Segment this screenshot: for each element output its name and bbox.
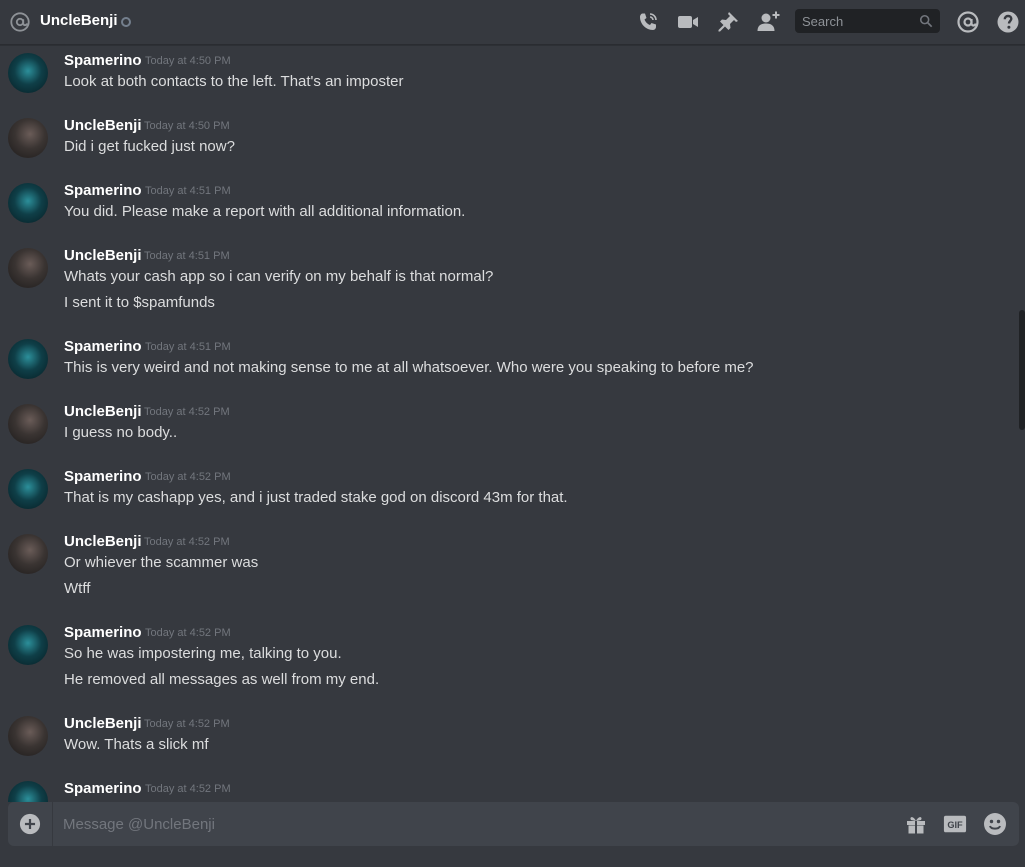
message-timestamp: Today at 4:52 PM <box>145 627 231 639</box>
message-text: Wow. Thats a slick mf <box>64 736 209 753</box>
message-timestamp: Today at 4:52 PM <box>144 536 230 548</box>
message-timestamp: Today at 4:51 PM <box>145 341 231 353</box>
avatar[interactable] <box>8 248 48 288</box>
search-box[interactable] <box>795 9 940 33</box>
message-author[interactable]: Spamerino <box>64 338 142 355</box>
gift-icon[interactable] <box>904 812 928 836</box>
message-text: I guess no body.. <box>64 424 178 441</box>
channel-name[interactable]: UncleBenji <box>40 12 118 29</box>
avatar[interactable] <box>8 625 48 665</box>
message-author[interactable]: UncleBenji <box>64 715 142 732</box>
message-timestamp: Today at 4:51 PM <box>144 250 230 262</box>
avatar[interactable] <box>8 469 48 509</box>
phone-call-icon[interactable] <box>636 10 660 34</box>
message-text: You did. Please make a report with all a… <box>64 203 466 220</box>
message-author[interactable]: Spamerino <box>64 468 142 485</box>
message-text: He removed all messages as well from my … <box>64 671 380 688</box>
message-text: Look at both contacts to the left. That'… <box>64 73 404 90</box>
message-timestamp: Today at 4:50 PM <box>145 55 231 67</box>
message-author[interactable]: Spamerino <box>64 52 142 69</box>
message-author[interactable]: UncleBenji <box>64 247 142 264</box>
message-text: That is my cashapp yes, and i just trade… <box>64 489 568 506</box>
message-composer: GIF <box>8 802 1019 846</box>
avatar[interactable] <box>8 404 48 444</box>
message-timestamp: Today at 4:51 PM <box>145 185 231 197</box>
message-timestamp: Today at 4:52 PM <box>144 406 230 418</box>
help-icon[interactable] <box>996 10 1020 34</box>
message-list[interactable]: Spamerino Today at 4:50 PM Look at both … <box>0 46 1025 802</box>
mentions-icon[interactable] <box>956 10 980 34</box>
scrollbar-thumb[interactable] <box>1019 310 1025 430</box>
message-author[interactable]: UncleBenji <box>64 403 142 420</box>
message-timestamp: Today at 4:52 PM <box>144 718 230 730</box>
avatar[interactable] <box>8 183 48 223</box>
avatar[interactable] <box>8 534 48 574</box>
channel-header: UncleBenji <box>0 0 1025 45</box>
dm-window: UncleBenji Search Spamerino Today at 4:5… <box>0 0 1025 867</box>
message-text: This is very weird and not making sense … <box>64 359 754 376</box>
gif-icon[interactable]: GIF <box>943 812 967 836</box>
emoji-icon[interactable] <box>983 812 1007 836</box>
message-author[interactable]: Spamerino <box>64 624 142 641</box>
message-author[interactable]: UncleBenji <box>64 533 142 550</box>
at-icon <box>10 12 30 32</box>
message-input[interactable] <box>63 802 883 846</box>
offline-status-icon <box>121 17 131 27</box>
composer-divider <box>52 802 53 846</box>
message-text: So he was impostering me, talking to you… <box>64 645 342 662</box>
add-friend-icon[interactable] <box>756 10 780 34</box>
avatar[interactable] <box>8 716 48 756</box>
avatar[interactable] <box>8 53 48 93</box>
search-input[interactable] <box>795 9 915 33</box>
gif-label: GIF <box>947 820 963 830</box>
plus-circle-icon[interactable] <box>19 813 41 835</box>
avatar[interactable] <box>8 118 48 158</box>
message-timestamp: Today at 4:50 PM <box>144 120 230 132</box>
message-text: Or whiever the scammer was <box>64 554 259 571</box>
message-text: Did i get fucked just now? <box>64 138 235 155</box>
message-timestamp: Today at 4:52 PM <box>145 783 231 795</box>
message-text: Wtff <box>64 580 91 597</box>
message-text: I sent it to $spamfunds <box>64 294 215 311</box>
video-camera-icon[interactable] <box>676 10 700 34</box>
message-timestamp: Today at 4:52 PM <box>145 471 231 483</box>
message-text: Whats your cash app so i can verify on m… <box>64 268 494 285</box>
search-icon <box>919 14 933 28</box>
avatar[interactable] <box>8 781 48 802</box>
message-author[interactable]: Spamerino <box>64 780 142 797</box>
avatar[interactable] <box>8 339 48 379</box>
pin-icon[interactable] <box>716 10 740 34</box>
message-author[interactable]: Spamerino <box>64 182 142 199</box>
message-author[interactable]: UncleBenji <box>64 117 142 134</box>
